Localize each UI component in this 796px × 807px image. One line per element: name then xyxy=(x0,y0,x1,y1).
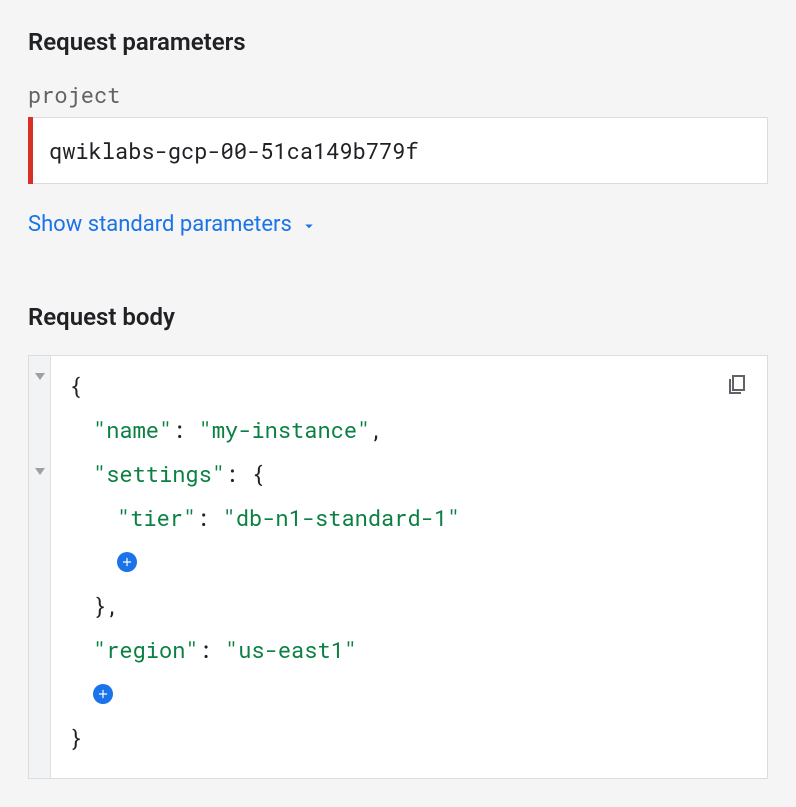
add-settings-property-button[interactable] xyxy=(117,552,137,572)
add-icon xyxy=(120,555,134,569)
fold-toggle-settings[interactable] xyxy=(35,468,45,475)
project-label: project xyxy=(28,80,768,109)
json-fold-gutter xyxy=(29,356,51,778)
json-region-field[interactable]: "region": "us-east1" xyxy=(69,628,749,672)
copy-icon xyxy=(725,372,749,396)
project-input-wrapper xyxy=(28,117,768,184)
request-parameters-title: Request parameters xyxy=(28,28,768,56)
fold-toggle-root[interactable] xyxy=(35,373,45,380)
add-settings-property-row xyxy=(69,540,749,584)
json-tier-field[interactable]: "tier": "db-n1-standard-1" xyxy=(69,496,749,540)
chevron-down-icon xyxy=(300,216,318,234)
add-root-property-row xyxy=(69,672,749,716)
json-editor[interactable]: { "name": "my-instance", "settings": { "… xyxy=(28,355,768,779)
add-root-property-button[interactable] xyxy=(93,684,113,704)
add-icon xyxy=(96,687,110,701)
json-close-brace: } xyxy=(69,716,749,760)
request-parameters-section: Request parameters project Show standard… xyxy=(28,28,768,285)
json-settings-close: }, xyxy=(69,584,749,628)
show-standard-parameters-toggle[interactable]: Show standard parameters xyxy=(28,212,318,237)
copy-body-button[interactable] xyxy=(725,372,749,396)
json-settings-key[interactable]: "settings": { xyxy=(69,452,749,496)
show-standard-parameters-label: Show standard parameters xyxy=(28,212,292,237)
request-body-title: Request body xyxy=(28,303,768,331)
json-open-brace: { xyxy=(69,364,749,408)
json-name-field[interactable]: "name": "my-instance", xyxy=(69,408,749,452)
request-body-section: Request body { "name": "my-instance", "s… xyxy=(28,303,768,779)
json-code: { "name": "my-instance", "settings": { "… xyxy=(51,356,767,778)
project-input[interactable] xyxy=(28,117,768,184)
